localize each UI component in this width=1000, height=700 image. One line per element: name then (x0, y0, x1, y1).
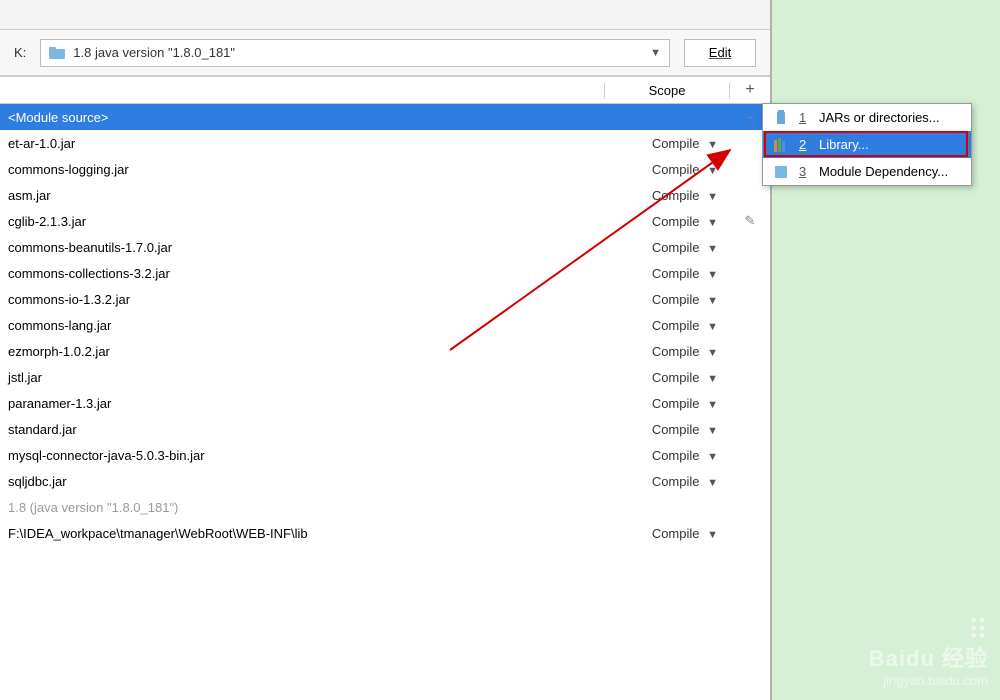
menu-item-num: 1 (799, 110, 809, 125)
row-name: mysql-connector-java-5.0.3-bin.jar (4, 448, 600, 463)
app-root: K: 1.8 java version "1.8.0_181" ▼ Edit S… (0, 0, 1000, 700)
sdk-dropdown[interactable]: 1.8 java version "1.8.0_181" ▼ (40, 39, 670, 67)
chevron-down-icon: ▼ (707, 269, 718, 281)
chevron-down-icon: ▼ (707, 347, 718, 359)
row-name: commons-lang.jar (4, 318, 600, 333)
row-scope[interactable]: Compile ▼ (600, 266, 726, 281)
menu-item-label: Module Dependency... (819, 164, 948, 179)
table-row[interactable]: commons-collections-3.2.jarCompile ▼ (0, 260, 770, 286)
table-row[interactable]: asm.jarCompile ▼ (0, 182, 770, 208)
row-scope[interactable]: Compile ▼ (600, 526, 726, 541)
watermark-brand: Baidu 经验 (869, 641, 988, 673)
chevron-down-icon: ▼ (707, 399, 718, 411)
table-row[interactable]: commons-logging.jarCompile ▼ (0, 156, 770, 182)
chevron-down-icon: ▼ (650, 47, 661, 59)
chevron-down-icon: ▼ (707, 373, 718, 385)
edit-dependency-button[interactable]: ✎ (730, 208, 770, 234)
row-name: commons-logging.jar (4, 162, 600, 177)
table-row[interactable]: paranamer-1.3.jarCompile ▼ (0, 390, 770, 416)
row-name: standard.jar (4, 422, 600, 437)
chevron-down-icon: ▼ (707, 529, 718, 541)
chevron-down-icon: ▼ (707, 477, 718, 489)
menu-item-label: JARs or directories... (819, 110, 940, 125)
table-row[interactable]: standard.jarCompile ▼ (0, 416, 770, 442)
row-scope[interactable]: Compile ▼ (600, 344, 726, 359)
jar-icon (773, 110, 789, 126)
grid-header-scope[interactable]: Scope (604, 83, 730, 98)
menu-item-label: Library... (819, 137, 869, 152)
left-panel: K: 1.8 java version "1.8.0_181" ▼ Edit S… (0, 0, 770, 700)
table-row[interactable]: F:\IDEA_workpace\tmanager\WebRoot\WEB-IN… (0, 520, 770, 546)
folder-icon (49, 46, 65, 60)
module-icon (773, 164, 789, 180)
chevron-down-icon: ▼ (707, 295, 718, 307)
row-name: F:\IDEA_workpace\tmanager\WebRoot\WEB-IN… (4, 526, 600, 541)
row-scope[interactable]: Compile ▼ (600, 448, 726, 463)
menu-item-library[interactable]: 2 Library... (763, 131, 971, 158)
row-name: cglib-2.1.3.jar (4, 214, 600, 229)
table-row[interactable]: ezmorph-1.0.2.jarCompile ▼ (0, 338, 770, 364)
row-scope[interactable]: Compile ▼ (600, 318, 726, 333)
row-scope[interactable]: Compile ▼ (600, 396, 726, 411)
table-row[interactable]: et-ar-1.0.jarCompile ▼ (0, 130, 770, 156)
chevron-down-icon: ▼ (707, 139, 718, 151)
chevron-down-icon: ▼ (707, 451, 718, 463)
row-scope[interactable]: Compile ▼ (600, 422, 726, 437)
table-row[interactable]: sqljdbc.jarCompile ▼ (0, 468, 770, 494)
row-scope[interactable]: Compile ▼ (600, 214, 726, 229)
sdk-selected-text: 1.8 java version "1.8.0_181" (73, 45, 650, 60)
row-scope[interactable]: Compile ▼ (600, 370, 726, 385)
chevron-down-icon: ▼ (707, 191, 718, 203)
row-name: <Module source> (4, 110, 600, 125)
row-name: sqljdbc.jar (4, 474, 600, 489)
sdk-row: K: 1.8 java version "1.8.0_181" ▼ Edit (0, 30, 770, 76)
chevron-down-icon: ▼ (707, 425, 718, 437)
row-name: et-ar-1.0.jar (4, 136, 600, 151)
library-icon (773, 137, 789, 153)
watermark-url: jingyan.baidu.com (869, 673, 988, 688)
table-row[interactable]: commons-beanutils-1.7.0.jarCompile ▼ (0, 234, 770, 260)
table-row[interactable]: 1.8 (java version "1.8.0_181") (0, 494, 770, 520)
row-name: ezmorph-1.0.2.jar (4, 344, 600, 359)
row-name: commons-beanutils-1.7.0.jar (4, 240, 600, 255)
row-scope[interactable]: Compile ▼ (600, 474, 726, 489)
menu-item-jars[interactable]: 1 JARs or directories... (763, 104, 971, 131)
edit-button-label: Edit (709, 45, 731, 60)
paw-icon: ⠿ (869, 621, 988, 641)
table-row[interactable]: <Module source> (0, 104, 770, 130)
menu-item-module-dependency[interactable]: 3 Module Dependency... (763, 158, 971, 185)
table-row[interactable]: jstl.jarCompile ▼ (0, 364, 770, 390)
table-row[interactable]: commons-io-1.3.2.jarCompile ▼ (0, 286, 770, 312)
table-row[interactable]: commons-lang.jarCompile ▼ (0, 312, 770, 338)
row-scope[interactable]: Compile ▼ (600, 136, 726, 151)
grid-header: Scope + (0, 76, 770, 104)
row-name: paranamer-1.3.jar (4, 396, 600, 411)
chevron-down-icon: ▼ (707, 243, 718, 255)
row-name: jstl.jar (4, 370, 600, 385)
dependency-list: <Module source>et-ar-1.0.jarCompile ▼com… (0, 104, 770, 700)
add-dependency-button[interactable]: + (730, 81, 770, 99)
add-menu-popup: 1 JARs or directories... 2 Library... 3 … (762, 103, 972, 186)
watermark: ⠿ Baidu 经验 jingyan.baidu.com (869, 621, 988, 688)
chevron-down-icon: ▼ (707, 217, 718, 229)
row-scope[interactable]: Compile ▼ (600, 292, 726, 307)
chevron-down-icon: ▼ (707, 321, 718, 333)
menu-item-num: 2 (799, 137, 809, 152)
row-name: asm.jar (4, 188, 600, 203)
row-name: 1.8 (java version "1.8.0_181") (4, 500, 600, 515)
chevron-down-icon: ▼ (707, 165, 718, 177)
row-scope[interactable]: Compile ▼ (600, 162, 726, 177)
row-scope[interactable]: Compile ▼ (600, 240, 726, 255)
row-name: commons-collections-3.2.jar (4, 266, 600, 281)
row-scope[interactable]: Compile ▼ (600, 188, 726, 203)
table-row[interactable]: mysql-connector-java-5.0.3-bin.jarCompil… (0, 442, 770, 468)
edit-button[interactable]: Edit (684, 39, 756, 67)
tab-strip (0, 0, 770, 30)
menu-item-num: 3 (799, 164, 809, 179)
sdk-label: K: (14, 45, 26, 60)
table-row[interactable]: cglib-2.1.3.jarCompile ▼ (0, 208, 770, 234)
row-name: commons-io-1.3.2.jar (4, 292, 600, 307)
